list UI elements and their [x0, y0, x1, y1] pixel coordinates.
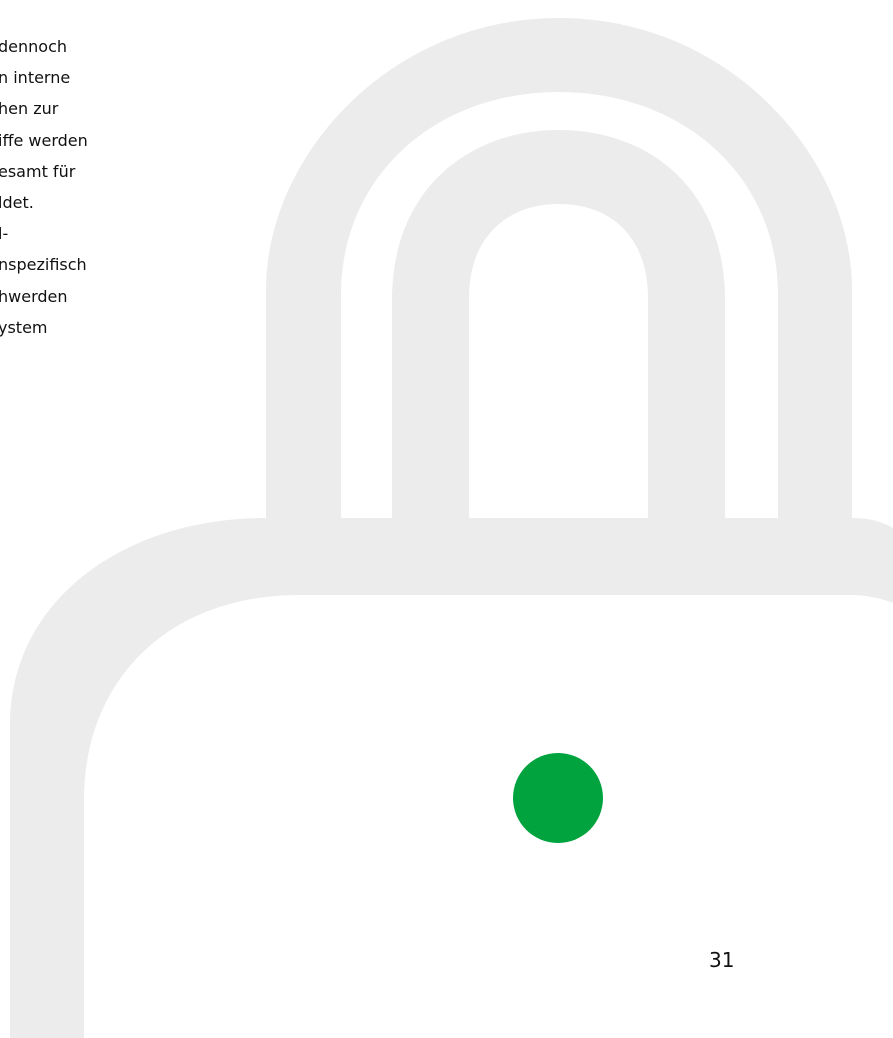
padlock-shackle-inner-icon [392, 130, 725, 518]
page-number: 31 [709, 948, 735, 972]
text-line: iffe werden [0, 130, 88, 150]
green-dot-icon [513, 753, 603, 843]
body-text-fragment: dennoch n interne hen zur iffe werden es… [0, 31, 168, 343]
text-line: hwerden [0, 286, 68, 306]
text-line: esamt für [0, 161, 76, 181]
padlock-shackle-outer-icon [266, 18, 852, 518]
text-line: nspezifisch [0, 255, 87, 275]
text-line: n interne [0, 68, 71, 88]
text-line: hen zur [0, 99, 59, 119]
text-line: ldet. [0, 192, 34, 212]
padlock-body-icon [10, 518, 893, 1038]
document-page: dennoch n interne hen zur iffe werden es… [0, 0, 893, 1038]
text-line: dennoch [0, 37, 68, 56]
text-line: l- [0, 224, 9, 244]
text-line: ystem [0, 317, 48, 337]
